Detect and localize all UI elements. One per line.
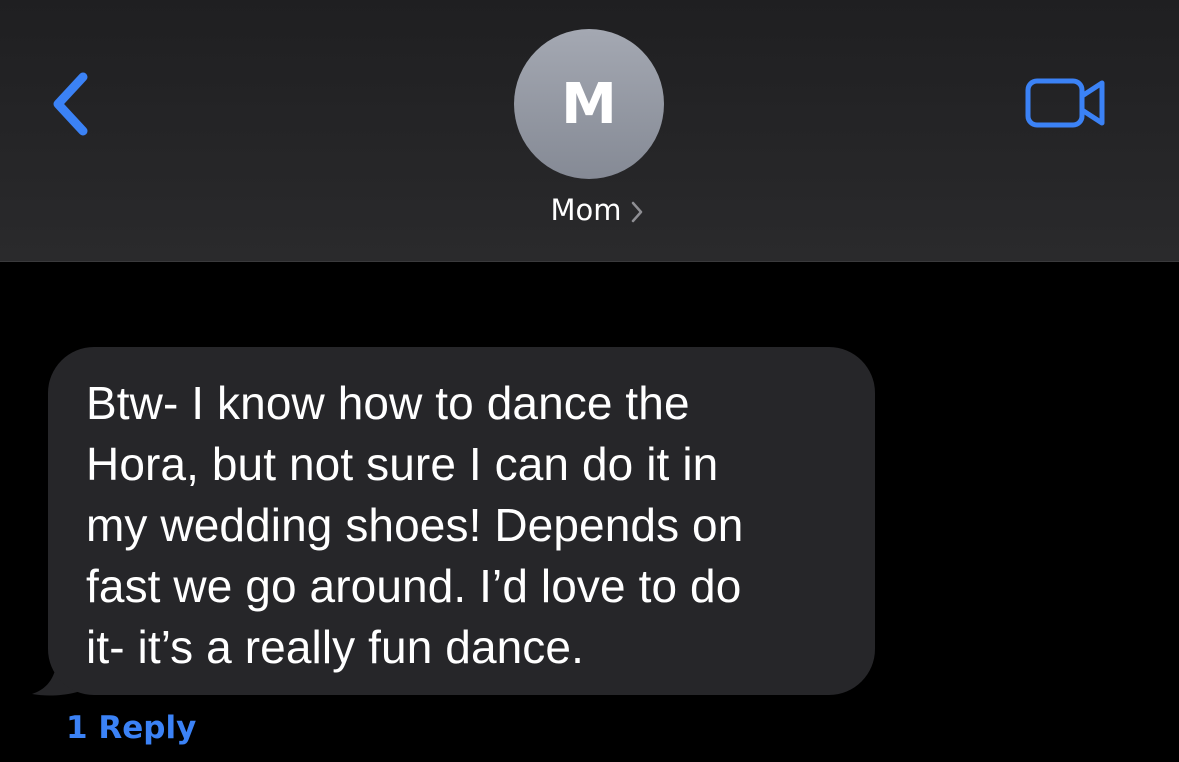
- facetime-video-button[interactable]: [1024, 76, 1108, 130]
- contact-name: Mom: [550, 193, 622, 227]
- contact-name-button[interactable]: Mom: [0, 193, 1179, 227]
- chevron-left-icon: [53, 72, 88, 136]
- avatar-initial: M: [561, 72, 617, 137]
- contact-avatar[interactable]: M: [514, 29, 664, 179]
- reply-count-link[interactable]: 1 Reply: [66, 710, 196, 746]
- message-text: Btw- I know how to dance the Hora, but n…: [86, 377, 744, 673]
- incoming-message-bubble[interactable]: Btw- I know how to dance the Hora, but n…: [48, 347, 875, 695]
- video-camera-icon: [1025, 78, 1105, 128]
- conversation-header: M Mom: [0, 0, 1179, 262]
- back-button[interactable]: [40, 62, 100, 146]
- chevron-right-icon: [631, 201, 642, 222]
